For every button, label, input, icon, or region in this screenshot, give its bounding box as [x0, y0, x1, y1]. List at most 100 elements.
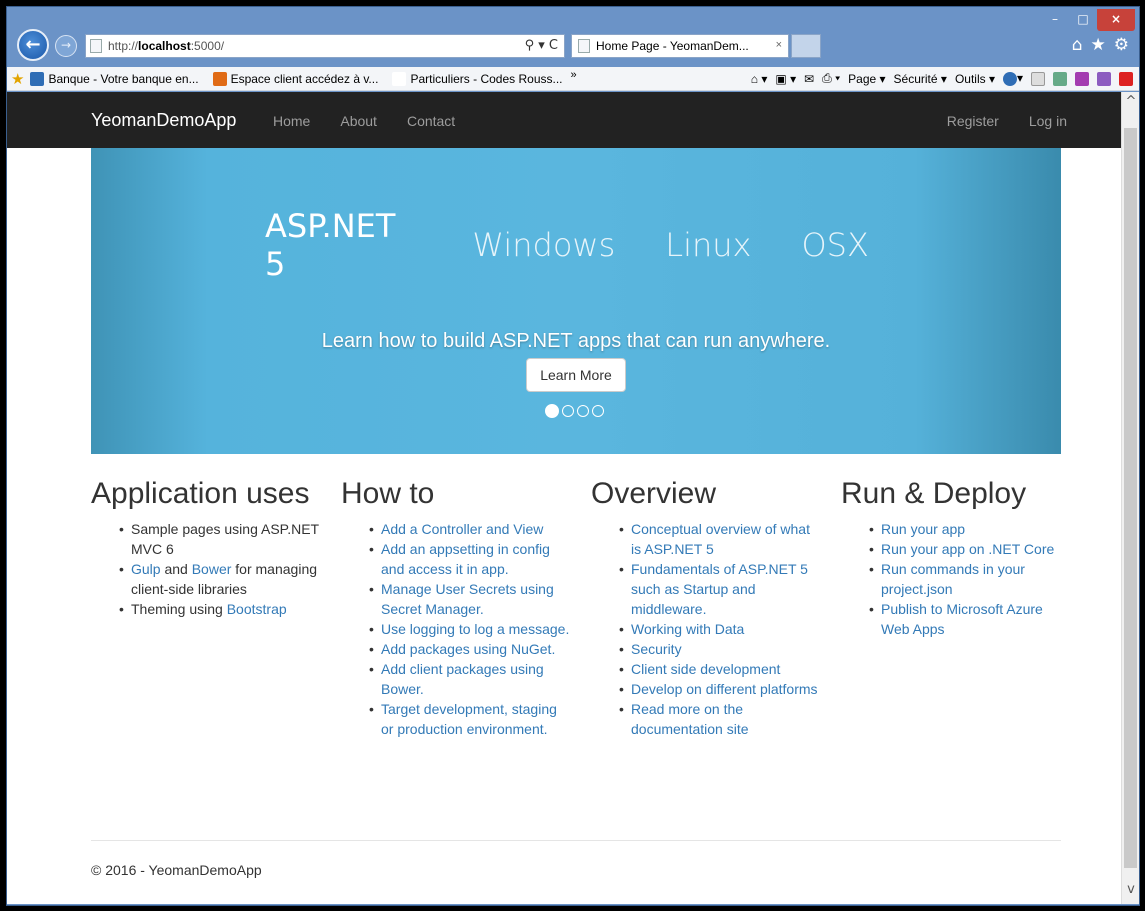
list-link[interactable]: Develop on different platforms: [631, 681, 818, 697]
espace-client-favicon-icon: [212, 71, 227, 86]
list-link[interactable]: Target development, staging or productio…: [381, 701, 557, 737]
hero-caption: Learn how to build ASP.NET apps that can…: [321, 330, 831, 352]
back-button[interactable]: ←: [17, 29, 49, 61]
home-icon[interactable]: ⌂: [1072, 35, 1083, 55]
particuliers-favicon-icon: [392, 71, 407, 86]
list-item: Manage User Secrets using Secret Manager…: [369, 579, 571, 619]
search-refresh-icons[interactable]: ⚲ ▾ C: [525, 38, 558, 53]
favorites-overflow-icon[interactable]: »: [571, 69, 577, 81]
settings-gear-icon[interactable]: ⚙: [1114, 35, 1129, 55]
list-link[interactable]: Gulp: [131, 561, 161, 577]
list-item: Client side development: [619, 659, 821, 679]
scroll-down-arrow-icon[interactable]: v: [1122, 882, 1140, 900]
command-bar: ⌂ ▾ ▣ ▾ ✉ ⎙ ▾ Page ▾ Sécurité ▾ Outils ▾…: [751, 71, 1133, 86]
list-link[interactable]: Run commands in your project.json: [881, 561, 1025, 597]
page-icon: [90, 39, 102, 53]
list-link[interactable]: Publish to Microsoft Azure Web Apps: [881, 601, 1043, 637]
list-link[interactable]: Client side development: [631, 661, 780, 677]
print-icon[interactable]: ⎙ ▾: [822, 71, 840, 86]
banque-favicon-icon: [30, 71, 45, 86]
carousel-dot-3[interactable]: [577, 405, 589, 417]
list-link[interactable]: Working with Data: [631, 621, 744, 637]
hero-main-title: ASP.NET 5: [265, 207, 396, 283]
list-item: Develop on different platforms: [619, 679, 821, 699]
browser-titlebar: – □ × ← → http://localhost:5000/ ⚲ ▾ C H…: [7, 7, 1139, 67]
favorite-link-banque[interactable]: Banque - Votre banque en...: [30, 71, 199, 86]
feeds-icon[interactable]: ▣ ▾: [775, 72, 796, 86]
list-link[interactable]: Security: [631, 641, 682, 657]
list-item: Sample pages using ASP.NET MVC 6: [119, 519, 321, 559]
list-link[interactable]: Add packages using NuGet.: [381, 641, 555, 657]
column-how-to: How to Add a Controller and View Add an ap…: [341, 477, 571, 739]
vertical-scrollbar[interactable]: ^ v: [1121, 92, 1139, 904]
tab-home-page[interactable]: Home Page - YeomanDem... ×: [571, 34, 789, 58]
page-viewport: YeomanDemoApp Home About Contact Registe…: [7, 92, 1121, 904]
scroll-up-arrow-icon[interactable]: ^: [1122, 94, 1140, 112]
forward-button[interactable]: →: [55, 35, 77, 57]
site-brand[interactable]: YeomanDemoApp: [91, 110, 236, 131]
close-window-button[interactable]: ×: [1097, 9, 1135, 31]
carousel-dot-1[interactable]: [545, 404, 559, 418]
list-item: Security: [619, 639, 821, 659]
minimize-button[interactable]: –: [1041, 9, 1069, 31]
tab-close-icon[interactable]: ×: [776, 39, 782, 51]
nav-home[interactable]: Home: [273, 113, 310, 129]
addon-onenote-icon[interactable]: [1075, 71, 1089, 86]
carousel-dot-2[interactable]: [562, 405, 574, 417]
home-command-icon[interactable]: ⌂ ▾: [751, 72, 768, 86]
window-controls: – □ ×: [1041, 9, 1135, 31]
help-icon[interactable]: ▾: [1002, 71, 1023, 86]
list-link[interactable]: Use logging to log a message.: [381, 621, 569, 637]
browser-right-icons: ⌂ ★ ⚙: [1072, 35, 1129, 55]
addon-bird-icon[interactable]: [1053, 71, 1067, 86]
column-heading: Overview: [591, 477, 717, 510]
list-link[interactable]: Add client packages using Bower.: [381, 661, 544, 697]
hero-word-windows: Windows: [472, 226, 616, 264]
tab-title: Home Page - YeomanDem...: [596, 39, 749, 53]
list-item: Target development, staging or productio…: [369, 699, 571, 739]
list-link[interactable]: Manage User Secrets using Secret Manager…: [381, 581, 554, 617]
mail-icon[interactable]: ✉: [804, 72, 814, 86]
favorites-star-icon[interactable]: ★: [1091, 35, 1106, 55]
address-url[interactable]: http://localhost:5000/: [108, 39, 224, 53]
list-item: Run your app on .NET Core: [869, 539, 1071, 559]
scroll-thumb[interactable]: [1124, 128, 1137, 868]
favorite-link-particuliers[interactable]: Particuliers - Codes Rouss...: [392, 71, 563, 86]
maximize-button[interactable]: □: [1069, 9, 1097, 31]
new-tab-button[interactable]: [791, 34, 821, 58]
list-link[interactable]: Bower: [192, 561, 232, 577]
carousel-dot-4[interactable]: [592, 405, 604, 417]
addon-k-icon[interactable]: [1031, 71, 1045, 86]
page-menu[interactable]: Page ▾: [848, 72, 885, 86]
list-link[interactable]: Read more on the documentation site: [631, 701, 749, 737]
list-link[interactable]: Bootstrap: [227, 601, 287, 617]
list-link[interactable]: Conceptual overview of what is ASP.NET 5: [631, 521, 810, 557]
add-favorite-star-icon[interactable]: ★: [11, 70, 24, 88]
column-application-uses: Application uses Sample pages using ASP.N…: [91, 477, 321, 619]
tools-menu[interactable]: Outils ▾: [955, 72, 995, 86]
list-link[interactable]: Run your app: [881, 521, 965, 537]
list-link[interactable]: Add a Controller and View: [381, 521, 543, 537]
address-bar[interactable]: http://localhost:5000/ ⚲ ▾ C: [85, 34, 565, 58]
addon-translate-icon[interactable]: [1097, 71, 1111, 86]
favorite-link-espace-client[interactable]: Espace client accédez à v...: [212, 71, 378, 86]
list-link[interactable]: Run your app on .NET Core: [881, 541, 1054, 557]
list-item: Conceptual overview of what is ASP.NET 5: [619, 519, 821, 559]
security-menu[interactable]: Sécurité ▾: [894, 72, 947, 86]
nav-register[interactable]: Register: [947, 113, 999, 129]
nav-about[interactable]: About: [340, 113, 377, 129]
nav-contact[interactable]: Contact: [407, 113, 455, 129]
column-heading: Run & Deploy: [841, 477, 1027, 510]
list-link[interactable]: Fundamentals of ASP.NET 5 such as Startu…: [631, 561, 808, 617]
favorites-bar: ★ Banque - Votre banque en... Espace cli…: [7, 67, 1139, 91]
learn-more-button[interactable]: Learn More: [526, 358, 626, 392]
site-footer: © 2016 - YeomanDemoApp: [91, 862, 262, 878]
nav-login[interactable]: Log in: [1029, 113, 1067, 129]
list-item: Fundamentals of ASP.NET 5 such as Startu…: [619, 559, 821, 619]
list-text: Theming using: [131, 601, 227, 617]
browser-navigation-row: ← → http://localhost:5000/ ⚲ ▾ C Home Pa…: [11, 29, 1137, 61]
list-link[interactable]: Add an appsetting in config and access i…: [381, 541, 550, 577]
carousel-indicators: [545, 404, 604, 418]
hero-title-row: ASP.NET 5 Windows Linux OSX: [265, 207, 905, 283]
addon-red-icon[interactable]: [1119, 71, 1133, 86]
